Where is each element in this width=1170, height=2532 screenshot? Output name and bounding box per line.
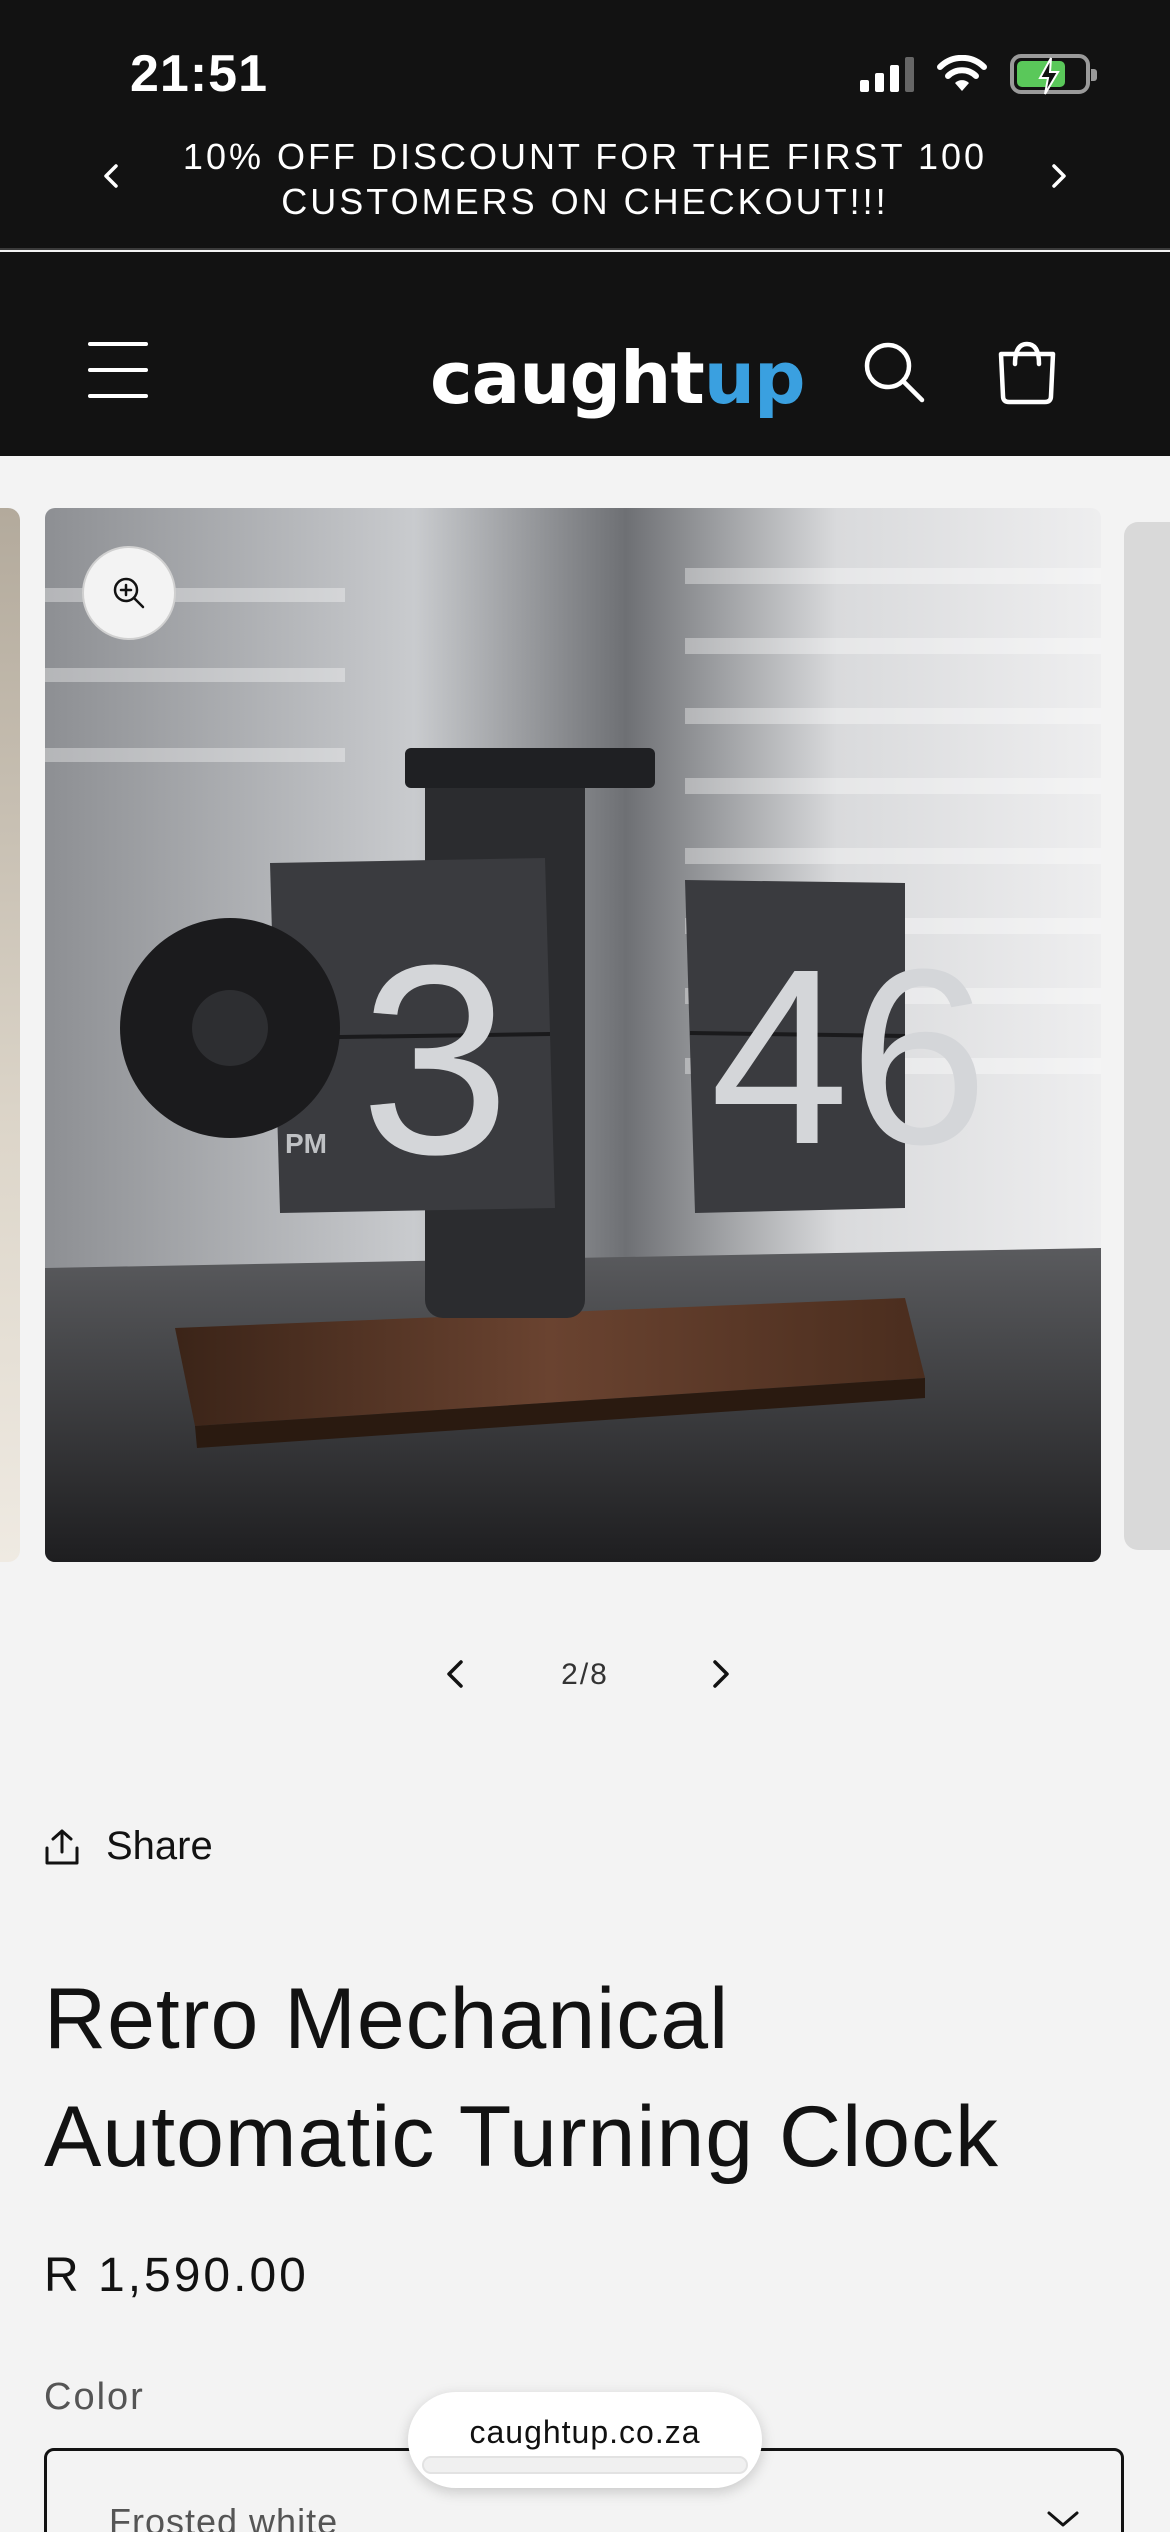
- share-label: Share: [106, 1824, 213, 1868]
- gallery-prev-image-peek[interactable]: [0, 508, 20, 1562]
- flip-clock-photo: 3 PM 46: [45, 508, 1101, 1562]
- logo-text-primary: caught: [430, 336, 705, 420]
- product-title-line2: Automatic Turning Clock: [44, 2089, 1000, 2185]
- hamburger-menu-icon[interactable]: [88, 342, 148, 398]
- logo-text-accent: up: [703, 336, 806, 420]
- clock-period-label: PM: [285, 1128, 327, 1159]
- battery-icon: [1010, 54, 1097, 95]
- browser-url-pill[interactable]: caughtup.co.za: [408, 2392, 762, 2488]
- clock-hour-digit: 3: [360, 910, 510, 1211]
- announcement-next-icon[interactable]: [1038, 156, 1078, 196]
- cart-icon[interactable]: [996, 338, 1058, 406]
- status-time: 21:51: [130, 45, 268, 103]
- clock-minute-digits: 46: [710, 917, 988, 1196]
- slide-prev-icon[interactable]: [436, 1654, 476, 1694]
- share-icon: [45, 1829, 79, 1864]
- product-title: Retro Mechanical Automatic Turning Clock: [44, 1960, 1124, 2196]
- product-image[interactable]: 3 PM 46: [45, 508, 1101, 1562]
- slide-next-icon[interactable]: [700, 1654, 740, 1694]
- share-button[interactable]: Share: [44, 1824, 213, 1869]
- color-label: Color: [44, 2376, 145, 2418]
- search-icon[interactable]: [862, 340, 926, 404]
- product-title-line1: Retro Mechanical: [44, 1971, 730, 2067]
- announcement-prev-icon[interactable]: [92, 156, 132, 196]
- status-bar: 21:51: [0, 0, 1170, 130]
- browser-url: caughtup.co.za: [469, 2414, 701, 2450]
- browser-home-indicator: [422, 2456, 748, 2474]
- announcement-bar: 10% OFF DISCOUNT FOR THE FIRST 100 CUSTO…: [0, 130, 1170, 250]
- product-price: R 1,590.00: [44, 2249, 309, 2302]
- gallery-next-image-peek[interactable]: [1124, 522, 1170, 1550]
- slide-counter: 2/8: [561, 1658, 609, 1691]
- zoom-button[interactable]: [82, 546, 176, 640]
- announcement-text: 10% OFF DISCOUNT FOR THE FIRST 100 CUSTO…: [182, 136, 988, 222]
- site-logo[interactable]: caughtup: [430, 336, 806, 420]
- site-header: caughtup: [0, 252, 1170, 456]
- wifi-icon: [937, 55, 987, 91]
- cellular-signal-icon: [860, 56, 914, 92]
- status-icons: [860, 54, 1097, 95]
- gallery-slider-controls: 2/8: [0, 1640, 1170, 1710]
- color-select-value: Frosted white: [109, 2501, 339, 2532]
- zoom-in-icon: [113, 577, 145, 609]
- chevron-down-icon: [1047, 2511, 1079, 2527]
